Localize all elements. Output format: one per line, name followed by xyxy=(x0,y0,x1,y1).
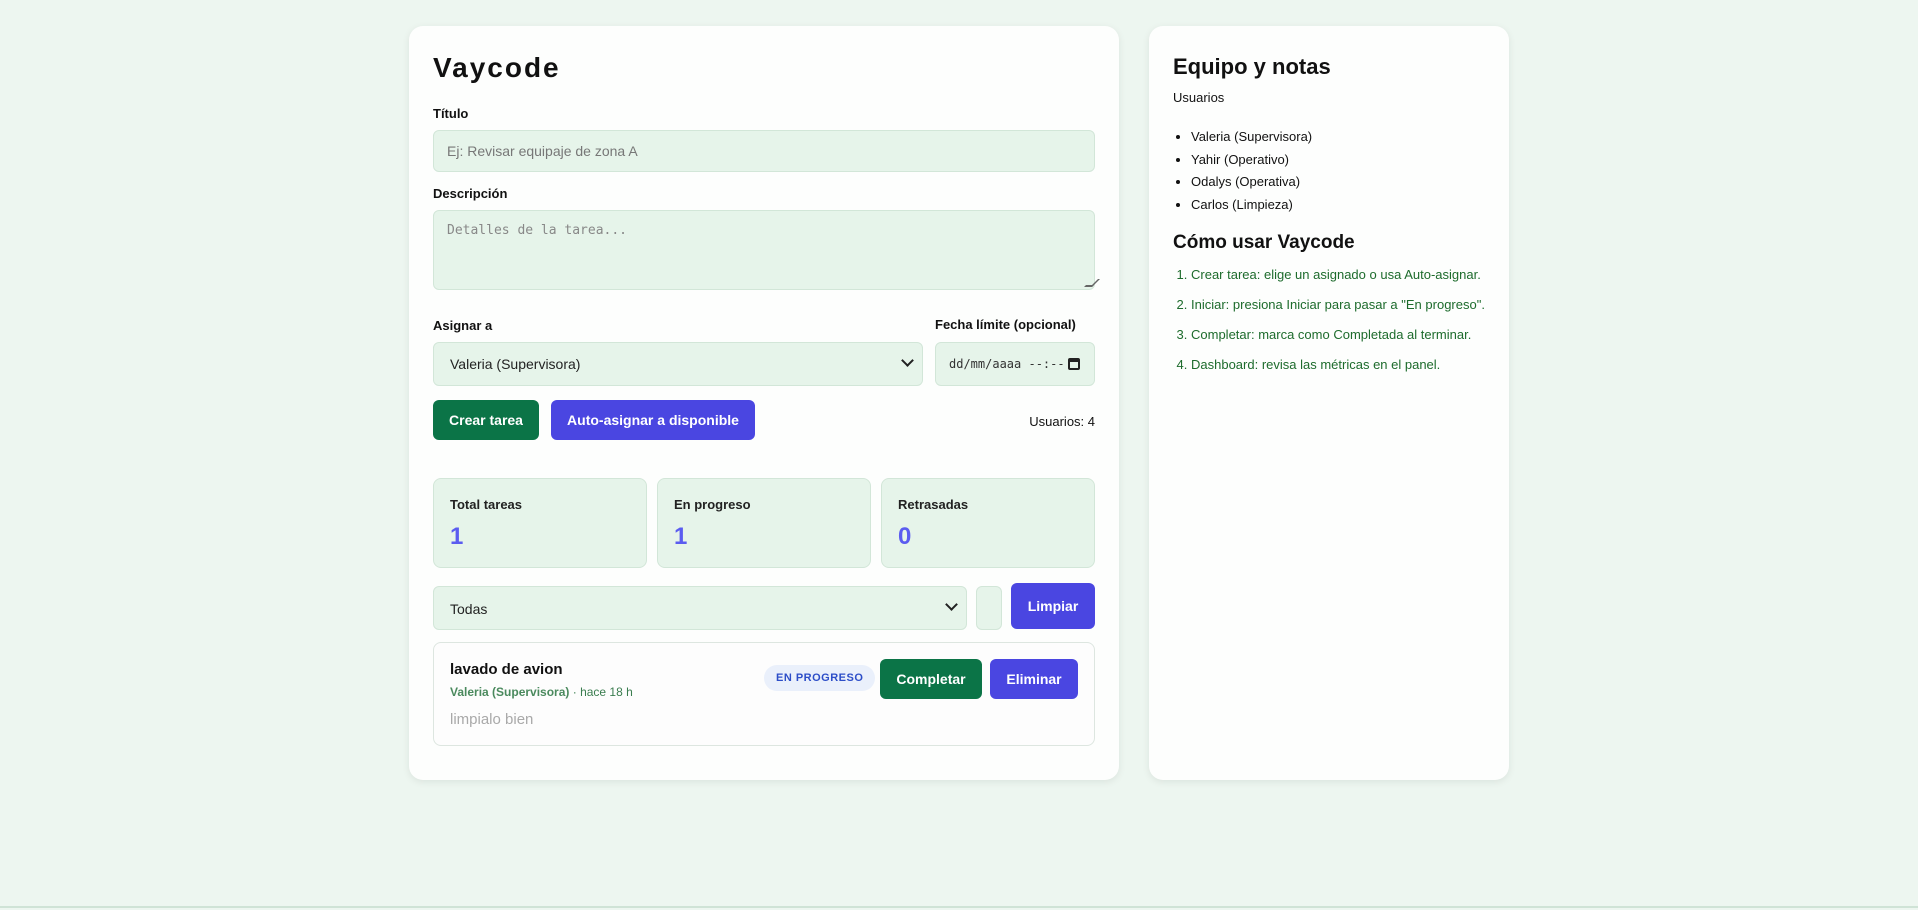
stat-value: 1 xyxy=(450,523,464,550)
status-badge: EN PROGRESO xyxy=(764,665,876,691)
list-item: Crear tarea: elige un asignado o usa Aut… xyxy=(1191,264,1491,286)
stat-label: Retrasadas xyxy=(898,497,969,512)
title-label: Título xyxy=(433,106,469,121)
list-item: Yahir (Operativo) xyxy=(1191,149,1312,172)
title-placeholder: Ej: Revisar equipaje de zona A xyxy=(447,143,638,159)
filter-selected-value: Todas xyxy=(450,601,488,617)
deadline-label: Fecha límite (opcional) xyxy=(935,317,1076,332)
users-label: Usuarios xyxy=(1173,90,1225,105)
list-item: Odalys (Operativa) xyxy=(1191,171,1312,194)
sidebar-title: Equipo y notas xyxy=(1173,54,1331,79)
filter-search-input[interactable] xyxy=(976,586,1002,630)
page-bottom-divider xyxy=(0,906,1918,908)
resize-handle-icon[interactable] xyxy=(1084,279,1100,287)
description-label: Descripción xyxy=(433,186,508,201)
task-description: limpialo bien xyxy=(450,711,534,728)
list-item: Valeria (Supervisora) xyxy=(1191,126,1312,149)
stat-value: 0 xyxy=(898,523,912,550)
task-form-card: Vaycode Título Ej: Revisar equipaje de z… xyxy=(409,26,1119,780)
deadline-input[interactable]: dd/mm/aaaa --:-- xyxy=(935,342,1095,386)
status-filter-select[interactable]: Todas xyxy=(433,586,967,630)
auto-assign-button[interactable]: Auto-asignar a disponible xyxy=(551,400,755,440)
user-list: Valeria (Supervisora) Yahir (Operativo) … xyxy=(1191,126,1312,216)
team-notes-card: Equipo y notas Usuarios Valeria (Supervi… xyxy=(1149,26,1509,780)
description-textarea[interactable]: Detalles de la tarea... xyxy=(433,210,1100,290)
chevron-down-icon xyxy=(945,598,958,611)
task-assignee: Valeria (Supervisora) xyxy=(450,685,570,699)
list-item: Iniciar: presiona Iniciar para pasar a "… xyxy=(1191,294,1491,316)
deadline-placeholder: dd/mm/aaaa --:-- xyxy=(949,357,1065,371)
assign-label: Asignar a xyxy=(433,318,493,333)
app-title: Vaycode xyxy=(433,52,561,83)
task-time: · hace 18 h xyxy=(572,685,633,699)
create-task-button[interactable]: Crear tarea xyxy=(433,400,539,440)
stat-value: 1 xyxy=(674,523,688,550)
howto-list: Crear tarea: elige un asignado o usa Aut… xyxy=(1191,264,1491,384)
stat-delayed: Retrasadas 0 xyxy=(881,478,1095,568)
list-item: Completar: marca como Completada al term… xyxy=(1191,324,1491,346)
stat-total: Total tareas 1 xyxy=(433,478,647,568)
assign-selected-value: Valeria (Supervisora) xyxy=(450,356,581,372)
calendar-icon[interactable] xyxy=(1068,358,1080,370)
clear-filter-button[interactable]: Limpiar xyxy=(1011,583,1095,629)
complete-task-button[interactable]: Completar xyxy=(880,659,982,699)
stat-label: En progreso xyxy=(674,497,751,512)
stat-label: Total tareas xyxy=(450,497,523,512)
description-placeholder: Detalles de la tarea... xyxy=(447,223,628,238)
stat-in-progress: En progreso 1 xyxy=(657,478,871,568)
title-input[interactable]: Ej: Revisar equipaje de zona A xyxy=(433,130,1095,172)
task-item: lavado de avion Valeria (Supervisora) · … xyxy=(433,642,1095,746)
list-item: Carlos (Limpieza) xyxy=(1191,194,1312,217)
users-count: Usuarios: 4 xyxy=(1029,414,1095,429)
list-item: Dashboard: revisa las métricas en el pan… xyxy=(1191,354,1491,376)
task-meta: Valeria (Supervisora) · hace 18 h xyxy=(450,685,633,699)
howto-title: Cómo usar Vaycode xyxy=(1173,232,1355,253)
delete-task-button[interactable]: Eliminar xyxy=(990,659,1078,699)
chevron-down-icon xyxy=(901,354,914,367)
task-title: lavado de avion xyxy=(450,661,563,678)
assign-select[interactable]: Valeria (Supervisora) xyxy=(433,342,923,386)
